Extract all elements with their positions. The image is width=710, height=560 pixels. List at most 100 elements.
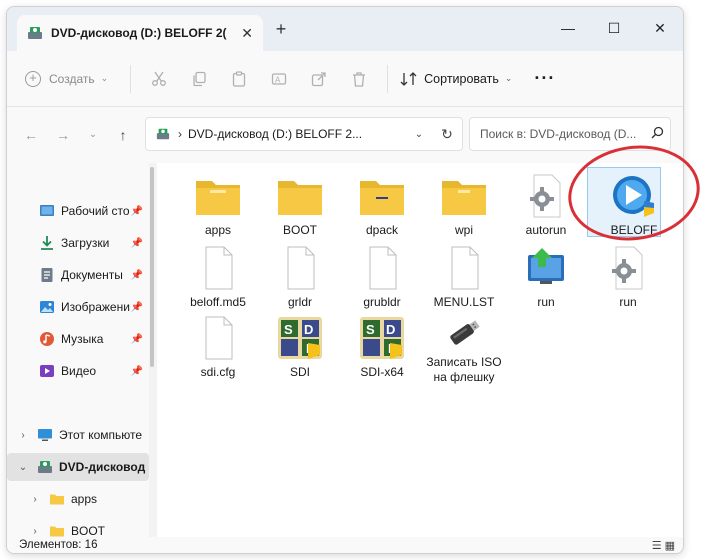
settings-file-icon xyxy=(612,246,643,290)
view-toggle-icons[interactable]: ☰ ▦ xyxy=(652,538,675,553)
chevron-down-icon: ⌄ xyxy=(100,73,109,83)
paste-button[interactable] xyxy=(219,64,259,94)
folder-icon xyxy=(196,181,240,215)
refresh-icon[interactable]: ↻ xyxy=(432,126,462,143)
file-item[interactable]: BOOT xyxy=(259,173,341,243)
pin-icon: 📌 xyxy=(130,205,143,217)
file-name: dpack xyxy=(365,223,399,237)
sidebar-item-videos[interactable]: Видео 📌 xyxy=(7,357,149,385)
file-name: sdi.cfg xyxy=(200,365,236,379)
chevron-right-icon[interactable]: › xyxy=(27,494,43,505)
address-path: DVD-дисковод (D:) BELOFF 2... xyxy=(188,127,363,141)
toolbar-divider xyxy=(130,64,132,93)
file-icon xyxy=(205,246,233,290)
status-bar: Элементов: 16 ☰ ▦ xyxy=(7,537,683,553)
arrow-up-icon: ↑ xyxy=(119,127,127,143)
new-tab-button[interactable]: + xyxy=(269,19,293,40)
sdi-app-icon: S DI xyxy=(278,317,322,359)
up-button[interactable]: ↑ xyxy=(111,123,135,147)
forward-button[interactable]: → xyxy=(51,123,75,147)
sort-button[interactable]: Сортировать ⌄ xyxy=(400,71,512,87)
file-name: apps xyxy=(204,223,232,237)
svg-text:A: A xyxy=(275,75,281,84)
address-row: ← → ⌄ ↑ › DVD-дисковод (D:) BELOFF 2... … xyxy=(7,107,683,163)
file-item[interactable]: grubldr xyxy=(341,245,423,315)
chevron-down-icon[interactable]: ⌄ xyxy=(15,462,31,473)
sidebar-item-boot[interactable]: › BOOT xyxy=(7,517,149,537)
sidebar-item-label: Загрузки xyxy=(61,236,110,250)
file-item[interactable]: MENU.LST xyxy=(423,245,505,315)
address-bar[interactable]: › DVD-дисковод (D:) BELOFF 2... ⌄ ↻ xyxy=(145,117,463,151)
svg-text:D: D xyxy=(386,322,395,337)
file-name: BELOFF xyxy=(610,223,658,237)
folder-icon xyxy=(278,181,322,215)
chevron-right-icon[interactable]: › xyxy=(15,430,31,441)
sidebar-item-dvd-drive[interactable]: ⌄ DVD-дисковод ( xyxy=(7,453,149,481)
scissors-icon xyxy=(152,71,167,86)
dvd-drive-icon xyxy=(156,128,170,140)
maximize-button[interactable]: ☐ xyxy=(591,13,637,43)
arrow-right-icon: → xyxy=(56,127,70,143)
documents-icon xyxy=(41,268,53,282)
folder-icon xyxy=(50,494,64,505)
chevron-down-icon: ⌄ xyxy=(504,73,513,83)
sidebar-item-label: DVD-дисковод ( xyxy=(59,460,149,474)
file-item[interactable]: dpack xyxy=(341,173,423,243)
file-item[interactable]: beloff.md5 xyxy=(177,245,259,315)
clipboard-icon xyxy=(233,70,246,87)
file-item[interactable]: SDI SDI xyxy=(259,315,341,385)
sidebar-scrollbar[interactable] xyxy=(150,167,154,367)
sidebar-item-this-pc[interactable]: › Этот компьюте xyxy=(7,421,149,449)
share-button[interactable] xyxy=(299,64,339,94)
dvd-drive-icon xyxy=(38,461,52,473)
recent-locations-button[interactable]: ⌄ xyxy=(81,123,105,147)
minimize-button[interactable]: — xyxy=(545,13,591,43)
sidebar-item-documents[interactable]: Документы 📌 xyxy=(7,261,149,289)
copy-button[interactable] xyxy=(179,64,219,94)
search-input[interactable] xyxy=(480,127,644,141)
file-name: beloff.md5 xyxy=(190,295,246,309)
sidebar-item-label: Этот компьюте xyxy=(59,428,143,442)
sidebar-item-label: Музыка xyxy=(61,332,104,346)
file-item[interactable]: grldr xyxy=(259,245,341,315)
file-item[interactable]: run xyxy=(587,245,669,315)
sidebar-item-label: Видео xyxy=(61,364,97,378)
file-name: grldr xyxy=(287,295,312,309)
pin-icon: 📌 xyxy=(130,237,143,249)
delete-button[interactable] xyxy=(339,64,379,94)
close-button[interactable]: ✕ xyxy=(637,13,683,43)
svg-text:S: S xyxy=(366,322,375,337)
more-options-button[interactable]: ··· xyxy=(534,68,555,89)
back-button[interactable]: ← xyxy=(19,123,43,147)
sidebar-item-apps[interactable]: › apps xyxy=(7,485,149,513)
file-name: run xyxy=(537,295,555,309)
file-item[interactable]: run xyxy=(505,245,587,315)
command-bar: + Создать ⌄ A Сортировать ⌄ ··· xyxy=(7,51,683,107)
chevron-right-icon[interactable]: › xyxy=(27,526,43,537)
sidebar-item-pictures[interactable]: Изображени 📌 xyxy=(7,293,149,321)
file-item[interactable]: apps xyxy=(177,173,259,243)
tab-close-icon[interactable]: ✕ xyxy=(241,25,253,42)
file-item[interactable]: sdi.cfg xyxy=(177,315,259,385)
tab-dvd-drive[interactable]: DVD-дисковод (D:) BELOFF 2( ✕ xyxy=(17,15,263,51)
sidebar-item-downloads[interactable]: Загрузки 📌 xyxy=(7,229,149,257)
file-icon xyxy=(369,246,397,290)
address-dropdown-icon[interactable]: ⌄ xyxy=(406,129,432,140)
svg-text:D: D xyxy=(304,322,313,337)
sidebar-item-music[interactable]: Музыка 📌 xyxy=(7,325,149,353)
sdi-app-icon: S DI xyxy=(360,317,404,359)
navigation-pane: Рабочий сто 📌 Загрузки 📌 Документы 📌 Изо… xyxy=(7,163,149,537)
create-button[interactable]: + Создать ⌄ xyxy=(25,70,109,87)
file-item[interactable]: SDI SDI-x64 xyxy=(341,315,423,385)
pin-icon: 📌 xyxy=(130,333,143,345)
beloff-app-icon xyxy=(613,176,654,217)
rename-button[interactable]: A xyxy=(259,64,299,94)
run-app-icon xyxy=(528,248,564,284)
file-item[interactable]: Записать ISO на флешку xyxy=(423,315,505,385)
sidebar-item-desktop[interactable]: Рабочий сто 📌 xyxy=(7,197,149,225)
file-name: autorun xyxy=(525,223,567,237)
file-name: BOOT xyxy=(282,223,317,237)
cut-button[interactable] xyxy=(139,64,179,94)
file-item[interactable]: wpi xyxy=(423,173,505,243)
usb-flash-drive-icon xyxy=(450,320,480,345)
